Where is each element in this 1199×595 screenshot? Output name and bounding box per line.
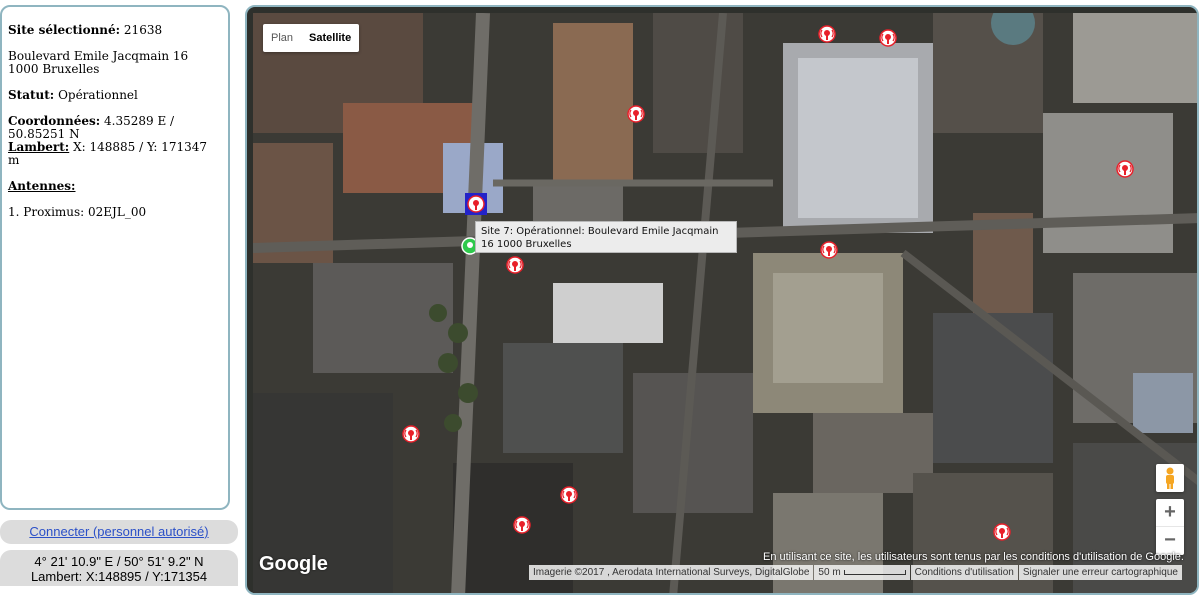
- selected-antenna-marker-icon[interactable]: [465, 193, 487, 215]
- scale-indicator[interactable]: 50 m: [814, 565, 910, 580]
- coords-label: Coordonnées:: [8, 114, 101, 128]
- antenna-marker-icon[interactable]: [513, 516, 531, 534]
- antenna-marker-icon[interactable]: [820, 241, 838, 259]
- scale-bar: [843, 569, 906, 575]
- scale-label: 50 m: [818, 567, 841, 578]
- tooltip-line1: Site 7: Opérationnel: Boulevard Emile Ja…: [481, 226, 719, 237]
- street-view-pegman-icon[interactable]: [1156, 464, 1184, 492]
- antenna-item: 1. Proximus: 02EJL_00: [8, 205, 147, 219]
- map-attribution-bar: Imagerie ©2017 , Aerodata International …: [529, 565, 1183, 580]
- cursor-coords-wgs: 4° 21' 10.9" E / 50° 51' 9.2" N: [34, 554, 204, 569]
- antennas-label: Antennes:: [8, 179, 76, 193]
- cursor-coords-lambert: Lambert: X:148895 / Y:171354: [30, 569, 208, 584]
- terms-link[interactable]: Conditions d'utilisation: [910, 565, 1018, 580]
- satellite-map[interactable]: Plan Satellite Site 7: Opérationnel: Bou…: [253, 13, 1197, 593]
- map-type-plan[interactable]: Plan: [263, 24, 301, 52]
- antenna-marker-icon[interactable]: [818, 25, 836, 43]
- antenna-marker-icon[interactable]: [993, 523, 1011, 541]
- map-type-satellite[interactable]: Satellite: [301, 24, 359, 52]
- site-info-panel: Site sélectionné: 21638 Boulevard Emile …: [0, 5, 230, 510]
- terms-notice: En utilisant ce site, les utilisateurs s…: [763, 551, 1184, 563]
- zoom-in-button[interactable]: +: [1156, 499, 1184, 527]
- zoom-control: + −: [1156, 499, 1184, 555]
- antenna-marker-icon[interactable]: [560, 486, 578, 504]
- report-error-link[interactable]: Signaler une erreur cartographique: [1018, 565, 1182, 580]
- status-label: Statut:: [8, 88, 55, 102]
- site-id: 21638: [123, 23, 163, 37]
- antenna-marker-icon[interactable]: [402, 425, 420, 443]
- google-logo[interactable]: Google: [259, 553, 328, 576]
- antenna-marker-icon[interactable]: [506, 256, 524, 274]
- connect-bar: Connecter (personnel autorisé): [0, 520, 238, 544]
- antenna-marker-icon[interactable]: [1116, 160, 1134, 178]
- map-frame: Plan Satellite Site 7: Opérationnel: Bou…: [245, 5, 1199, 595]
- antenna-marker-icon[interactable]: [879, 29, 897, 47]
- lambert-label: Lambert:: [8, 140, 70, 154]
- map-type-control: Plan Satellite: [263, 24, 360, 52]
- antenna-marker-icon[interactable]: [627, 105, 645, 123]
- address-line1: Boulevard Emile Jacqmain 16: [8, 49, 189, 63]
- imagery-credit: Imagerie ©2017 , Aerodata International …: [529, 565, 814, 580]
- site-tooltip: Site 7: Opérationnel: Boulevard Emile Ja…: [475, 221, 737, 253]
- satellite-imagery: [253, 13, 1197, 593]
- site-label: Site sélectionné:: [8, 23, 121, 37]
- connect-link[interactable]: Connecter (personnel autorisé): [29, 524, 208, 539]
- cursor-coordinates: 4° 21' 10.9" E / 50° 51' 9.2" N Lambert:…: [0, 550, 238, 586]
- tooltip-line2: 16 1000 Bruxelles: [481, 239, 572, 250]
- status-value: Opérationnel: [58, 88, 138, 102]
- address-line2: 1000 Bruxelles: [8, 62, 100, 76]
